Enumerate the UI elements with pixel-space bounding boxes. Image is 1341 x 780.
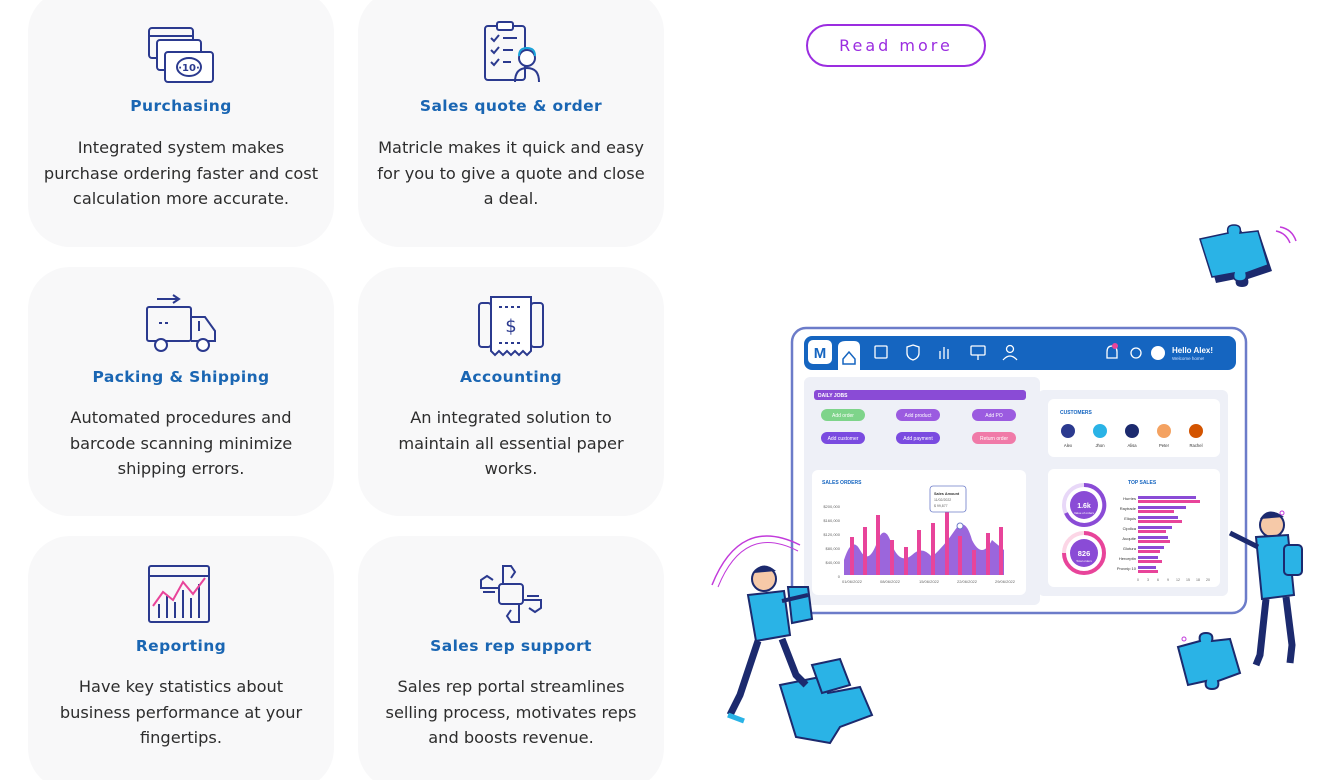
- x-tick: 01/06/2022: [842, 579, 863, 584]
- customer-name: Alex: [1064, 443, 1073, 448]
- top-sales-tick: 9: [1167, 578, 1169, 582]
- delivery-truck-icon: [146, 294, 216, 352]
- customer-name: Alisa: [1127, 443, 1137, 448]
- customer-name: Jhon: [1095, 443, 1105, 448]
- tooltip-value: $ 99,877: [934, 504, 948, 508]
- top-sales-tick: 0: [1137, 578, 1139, 582]
- feature-title: Purchasing: [130, 97, 232, 115]
- feature-description: An integrated solution to maintain all e…: [398, 408, 624, 478]
- puzzle-piece-icon: [1199, 224, 1297, 287]
- top-sales-name: Eliquis: [1124, 516, 1136, 521]
- feature-card-purchasing: ·10· Purchasing Integrated system makes …: [28, 0, 334, 247]
- top-sales-name: Auquite: [1122, 536, 1136, 541]
- read-more-button[interactable]: Read more: [806, 24, 986, 67]
- top-sales-tick: 3: [1147, 578, 1149, 582]
- x-tick: 08/06/2022: [880, 579, 901, 584]
- tooltip-date: 11/02/2022: [934, 498, 951, 502]
- customers-label: CUSTOMERS: [1060, 410, 1093, 416]
- feature-title: Accounting: [460, 368, 562, 386]
- money-cards-icon: ·10·: [148, 27, 214, 83]
- job-add-customer: Add customer: [828, 436, 859, 442]
- y-tick: $40,000: [826, 560, 841, 565]
- y-tick: $120,000: [823, 532, 840, 537]
- feature-description: Automated procedures and barcode scannin…: [69, 408, 293, 478]
- y-tick: $160,000: [823, 518, 840, 523]
- tooltip-title: Sales Amount: [934, 492, 960, 496]
- dashboard-window: M Hello Alex! Welcome home! DAILY JOBS A…: [790, 326, 1248, 615]
- feature-description: Matricle makes it quick and easy for you…: [377, 138, 645, 208]
- sales-orders-label: SALES ORDERS: [822, 480, 862, 486]
- hands-teamwork-icon: [480, 565, 542, 623]
- svg-text:$: $: [505, 316, 516, 337]
- top-sales-name: Glotura: [1123, 546, 1137, 551]
- greeting: Hello Alex!: [1172, 346, 1213, 355]
- stat-value: 1.6k: [1077, 503, 1091, 510]
- top-sales-tick: 15: [1186, 578, 1190, 582]
- y-tick: $200,000: [823, 504, 840, 509]
- line-chart-icon: [148, 565, 210, 623]
- job-add-po: Add PO: [985, 413, 1003, 419]
- top-sales-name: Herceptin: [1119, 556, 1136, 561]
- top-sales-name: Cipdica: [1123, 526, 1137, 531]
- feature-card-sales-quote: Sales quote & order Matricle makes it qu…: [358, 0, 664, 247]
- customer-name: Rachel: [1189, 443, 1202, 448]
- feature-title: Sales rep support: [430, 637, 592, 655]
- job-add-order: Add order: [832, 413, 854, 419]
- feature-card-packing: Packing & Shipping Automated procedures …: [28, 267, 334, 516]
- greeting-sub: Welcome home!: [1172, 356, 1204, 361]
- daily-jobs-label: DAILY JOBS: [818, 393, 848, 399]
- job-add-payment: Add payment: [903, 436, 933, 442]
- dashboard-illustration: M Hello Alex! Welcome home! DAILY JOBS A…: [711, 224, 1303, 745]
- feature-title: Sales quote & order: [419, 97, 603, 115]
- top-sales-tick: 18: [1196, 578, 1200, 582]
- clipboard-agent-icon: [484, 21, 540, 83]
- y-tick: $80,000: [826, 546, 841, 551]
- top-sales-tick: 12: [1176, 578, 1180, 582]
- x-tick: 22/06/2022: [957, 579, 978, 584]
- top-sales-name: Raytrade: [1120, 506, 1137, 511]
- stat-label: Value of orders: [1074, 511, 1095, 515]
- top-sales-name: Hurries: [1123, 496, 1136, 501]
- svg-text:·10·: ·10·: [178, 63, 200, 74]
- feature-description: Have key statistics about business perfo…: [59, 677, 303, 747]
- feature-card-sales-rep: Sales rep support Sales rep portal strea…: [358, 536, 664, 780]
- top-sales-tick: 6: [1157, 578, 1159, 582]
- feature-card-accounting: $ Accounting An integrated solution to m…: [358, 267, 664, 516]
- job-add-product: Add product: [905, 413, 933, 419]
- top-sales-tick: 20: [1206, 578, 1210, 582]
- job-return-order: Return order: [980, 436, 1008, 442]
- feature-description: Sales rep portal streamlines selling pro…: [385, 677, 637, 747]
- dashboard-logo: M: [814, 345, 827, 362]
- x-tick: 15/06/2022: [919, 579, 940, 584]
- stat-label: Total orders: [1076, 559, 1092, 563]
- customer-name: Peter: [1159, 443, 1170, 448]
- top-sales-name: Provnip 10: [1117, 566, 1137, 571]
- receipt-dollar-icon: $: [478, 296, 544, 357]
- feature-title: Packing & Shipping: [92, 368, 270, 386]
- feature-title: Reporting: [135, 637, 227, 655]
- top-sales-label: TOP SALES: [1128, 480, 1157, 486]
- x-tick: 29/06/2022: [995, 579, 1016, 584]
- feature-description: Integrated system makes purchase orderin…: [43, 138, 319, 208]
- stat-value: 826: [1078, 549, 1091, 558]
- feature-card-reporting: Reporting Have key statistics about busi…: [28, 536, 334, 780]
